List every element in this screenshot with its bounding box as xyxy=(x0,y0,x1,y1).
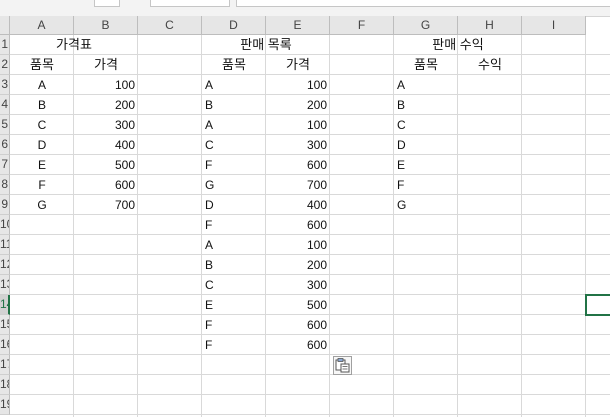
row-header-4[interactable]: 4 xyxy=(0,95,10,115)
row-header-2[interactable]: 2 xyxy=(0,55,10,75)
cell-b6[interactable]: 400 xyxy=(74,135,138,155)
cell-g5[interactable]: C xyxy=(394,115,458,135)
price-table-item-header[interactable]: 품목 xyxy=(10,55,74,75)
cell-e10[interactable]: 600 xyxy=(266,215,330,235)
row-header-16[interactable]: 16 xyxy=(0,335,10,355)
cell-e3[interactable]: 100 xyxy=(266,75,330,95)
row-header-17[interactable]: 17 xyxy=(0,355,10,375)
column-header-a[interactable]: A xyxy=(10,16,74,35)
cell-b4[interactable]: 200 xyxy=(74,95,138,115)
row-header-3[interactable]: 3 xyxy=(0,75,10,95)
row-header-18[interactable]: 18 xyxy=(0,375,10,395)
cell-d7[interactable]: F xyxy=(202,155,266,175)
cell-d8[interactable]: G xyxy=(202,175,266,195)
cell-e5[interactable]: 100 xyxy=(266,115,330,135)
paste-options-button[interactable] xyxy=(333,356,352,375)
cell-e4[interactable]: 200 xyxy=(266,95,330,115)
cell-b9[interactable]: 700 xyxy=(74,195,138,215)
cell-g3[interactable]: A xyxy=(394,75,458,95)
select-all-corner[interactable] xyxy=(0,16,10,35)
cell-a6[interactable]: D xyxy=(10,135,74,155)
column-header-i[interactable]: I xyxy=(522,16,586,35)
cell-b7[interactable]: 500 xyxy=(74,155,138,175)
cell-e7[interactable]: 600 xyxy=(266,155,330,175)
row-header-8[interactable]: 8 xyxy=(0,175,10,195)
cell-e14[interactable]: 500 xyxy=(266,295,330,315)
row-header-15[interactable]: 15 xyxy=(0,315,10,335)
row-header-6[interactable]: 6 xyxy=(0,135,10,155)
cell-g9[interactable]: G xyxy=(394,195,458,215)
sales-list-item-header[interactable]: 품목 xyxy=(202,55,266,75)
sales-revenue-revenue-header[interactable]: 수익 xyxy=(458,55,522,75)
row-header-14[interactable]: 14 xyxy=(0,295,10,315)
cell-d16[interactable]: F xyxy=(202,335,266,355)
column-header-h[interactable]: H xyxy=(458,16,522,35)
column-header-f[interactable]: F xyxy=(330,16,394,35)
active-cell-selection[interactable] xyxy=(585,294,610,316)
cell-a5[interactable]: C xyxy=(10,115,74,135)
row-header-1[interactable]: 1 xyxy=(0,35,10,55)
cell-e16[interactable]: 600 xyxy=(266,335,330,355)
cell-e15[interactable]: 600 xyxy=(266,315,330,335)
ribbon-strip xyxy=(0,0,610,17)
price-table-price-header[interactable]: 가격 xyxy=(74,55,138,75)
cell-d11[interactable]: A xyxy=(202,235,266,255)
row-header-7[interactable]: 7 xyxy=(0,155,10,175)
cell-d4[interactable]: B xyxy=(202,95,266,115)
row-header-9[interactable]: 9 xyxy=(0,195,10,215)
cell-e13[interactable]: 300 xyxy=(266,275,330,295)
cell-g7[interactable]: E xyxy=(394,155,458,175)
cell-e9[interactable]: 400 xyxy=(266,195,330,215)
cell-d9[interactable]: D xyxy=(202,195,266,215)
cell-g6[interactable]: D xyxy=(394,135,458,155)
cell-g4[interactable]: B xyxy=(394,95,458,115)
row-header-11[interactable]: 11 xyxy=(0,235,10,255)
row-header-5[interactable]: 5 xyxy=(0,115,10,135)
cell-d5[interactable]: A xyxy=(202,115,266,135)
cell-a4[interactable]: B xyxy=(10,95,74,115)
cell-e12[interactable]: 200 xyxy=(266,255,330,275)
cell-d12[interactable]: B xyxy=(202,255,266,275)
sales-revenue-title[interactable]: 판매 수익 xyxy=(394,35,522,55)
cell-g8[interactable]: F xyxy=(394,175,458,195)
sales-list-price-header[interactable]: 가격 xyxy=(266,55,330,75)
row-header-12[interactable]: 12 xyxy=(0,255,10,275)
cell-a9[interactable]: G xyxy=(10,195,74,215)
column-header-g[interactable]: G xyxy=(394,16,458,35)
cell-b5[interactable]: 300 xyxy=(74,115,138,135)
column-header-b[interactable]: B xyxy=(74,16,138,35)
cell-d14[interactable]: E xyxy=(202,295,266,315)
price-table-title[interactable]: 가격표 xyxy=(10,35,138,55)
cell-a7[interactable]: E xyxy=(10,155,74,175)
paste-options-icon xyxy=(335,358,350,373)
cell-b8[interactable]: 600 xyxy=(74,175,138,195)
column-header-e[interactable]: E xyxy=(266,16,330,35)
column-header-d[interactable]: D xyxy=(202,16,266,35)
sales-revenue-item-header[interactable]: 품목 xyxy=(394,55,458,75)
column-header-c[interactable]: C xyxy=(138,16,202,35)
cell-d15[interactable]: F xyxy=(202,315,266,335)
cell-d3[interactable]: A xyxy=(202,75,266,95)
cell-e8[interactable]: 700 xyxy=(266,175,330,195)
cell-e11[interactable]: 100 xyxy=(266,235,330,255)
formula-bar[interactable] xyxy=(236,0,610,7)
row-header-19[interactable]: 19 xyxy=(0,395,10,415)
spreadsheet-app: ABCDEFGHI 12345678910111213141516171819 … xyxy=(0,0,610,417)
cell-d13[interactable]: C xyxy=(202,275,266,295)
cell-e6[interactable]: 300 xyxy=(266,135,330,155)
row-header-10[interactable]: 10 xyxy=(0,215,10,235)
cell-grid[interactable]: 가격표 품목 가격 A 100 B 200 C 300 D 400 E 500 F 600 G 700 판매 목록… xyxy=(10,35,610,417)
cell-a3[interactable]: A xyxy=(10,75,74,95)
ribbon-control[interactable] xyxy=(94,0,120,7)
cell-d6[interactable]: C xyxy=(202,135,266,155)
name-box[interactable] xyxy=(150,0,230,7)
cell-a8[interactable]: F xyxy=(10,175,74,195)
sales-list-title[interactable]: 판매 목록 xyxy=(202,35,330,55)
cell-d10[interactable]: F xyxy=(202,215,266,235)
row-header-13[interactable]: 13 xyxy=(0,275,10,295)
cell-b3[interactable]: 100 xyxy=(74,75,138,95)
